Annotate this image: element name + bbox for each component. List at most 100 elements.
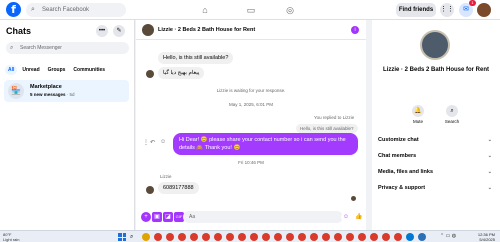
messenger-search-input[interactable]: ⌕ Search Messenger — [6, 42, 129, 54]
reply-icon[interactable]: ↶ — [150, 139, 155, 146]
mute-button[interactable]: 🔔 Mute — [406, 105, 430, 124]
search-label: Search — [444, 119, 460, 124]
file-explorer-icon[interactable] — [142, 233, 150, 241]
customize-chat-label: Customize chat — [378, 137, 419, 143]
taskbar-search-icon[interactable]: ⌕ — [130, 233, 138, 241]
chrome-icon[interactable] — [238, 233, 246, 241]
chrome-icon[interactable] — [334, 233, 342, 241]
chrome-icon[interactable] — [262, 233, 270, 241]
video-icon[interactable]: ▭ — [244, 3, 258, 17]
chrome-icon[interactable] — [394, 233, 402, 241]
sender-avatar — [146, 70, 154, 78]
more-icon[interactable]: ⋮ — [143, 139, 149, 146]
media-files-label: Media, files and links — [378, 169, 434, 175]
chrome-icon[interactable] — [370, 233, 378, 241]
message-bubble-outgoing[interactable]: Hi Dear! 😊 please share your contact num… — [173, 133, 358, 155]
emoji-icon[interactable]: ☺ — [341, 212, 351, 222]
chrome-icon[interactable] — [154, 233, 162, 241]
customize-chat-row[interactable]: Customize chat ⌄ — [378, 137, 494, 143]
filter-unread[interactable]: Unread — [19, 65, 42, 75]
filter-groups[interactable]: Groups — [45, 65, 69, 75]
message-bubble-incoming[interactable]: پیغام بھیج دیا گیا — [158, 67, 205, 79]
message-bubble-incoming[interactable]: Hello, is this still available? — [158, 52, 234, 64]
find-friends-button[interactable]: Find friends — [396, 3, 436, 17]
replied-to-label: You replied to Lizzie — [314, 115, 355, 120]
chat-header: Lizzie · 2 Beds 2 Bath House for Rent i — [136, 20, 366, 40]
edge-icon[interactable] — [406, 233, 414, 241]
chrome-icon[interactable] — [226, 233, 234, 241]
chevron-down-icon: ⌄ — [487, 153, 492, 159]
notification-badge: 1 — [469, 0, 476, 6]
filter-communities[interactable]: Communities — [70, 65, 108, 75]
message-input[interactable]: Aa — [183, 211, 343, 223]
weather-condition: Light rain — [3, 237, 20, 242]
waiting-notice: Lizzie is waiting for your response. — [216, 88, 286, 93]
search-icon: ⌕ — [10, 45, 14, 51]
seen-indicator — [351, 196, 356, 201]
search-icon: ⌕ — [31, 6, 35, 13]
chevron-down-icon: ⌄ — [487, 137, 492, 143]
chrome-icon[interactable] — [322, 233, 330, 241]
message-input-placeholder: Aa — [189, 214, 196, 220]
groups-icon[interactable]: ◎ — [283, 3, 297, 17]
chat-members-label: Chat members — [378, 153, 417, 159]
conversation-avatar[interactable] — [420, 30, 450, 60]
conversation-name: Marketplace — [30, 84, 62, 90]
messenger-search-placeholder: Search Messenger — [20, 45, 62, 51]
chevron-down-icon: ⌄ — [487, 169, 492, 175]
conversation-info-name: Lizzie · 2 Beds 2 Bath House for Rent — [382, 67, 490, 73]
more-options-icon[interactable]: ••• — [96, 25, 108, 37]
system-tray[interactable]: ⌃ ▭ ◍ — [440, 233, 456, 239]
conversation-time: · 5d — [66, 92, 75, 97]
filter-all[interactable]: All — [5, 65, 18, 75]
chrome-icon[interactable] — [214, 233, 222, 241]
chrome-icon[interactable] — [202, 233, 210, 241]
chat-members-row[interactable]: Chat members ⌄ — [378, 153, 494, 159]
app-icon[interactable] — [418, 233, 426, 241]
chat-title[interactable]: Lizzie · 2 Beds 2 Bath House for Rent — [158, 27, 255, 33]
chrome-icon[interactable] — [166, 233, 174, 241]
facebook-logo[interactable]: f — [6, 2, 21, 17]
chat-avatar[interactable] — [142, 24, 154, 36]
chrome-icon[interactable] — [274, 233, 282, 241]
like-icon[interactable]: 👍 — [354, 212, 364, 222]
weather-widget[interactable]: 80°F Light rain — [3, 232, 19, 242]
facebook-search-input[interactable]: ⌕ Search Facebook — [26, 3, 126, 17]
sticker-icon[interactable]: ◪ — [163, 212, 173, 222]
search-placeholder: Search Facebook — [42, 7, 90, 13]
windows-start-icon[interactable] — [118, 233, 126, 241]
new-message-icon[interactable]: ✎ — [113, 25, 125, 37]
photo-icon[interactable]: ▣ — [152, 212, 162, 222]
date-separator: Fri 10:46 PM — [238, 160, 264, 165]
chrome-icon[interactable] — [298, 233, 306, 241]
privacy-support-row[interactable]: Privacy & support ⌄ — [378, 185, 494, 191]
conversation-marketplace[interactable]: 🏪 Marketplace 5 new messages · 5d — [4, 80, 129, 102]
chrome-icon[interactable] — [310, 233, 318, 241]
plus-icon[interactable]: + — [141, 212, 151, 222]
quoted-message[interactable]: Hello, is this still available? — [296, 124, 358, 133]
profile-avatar[interactable] — [477, 3, 491, 17]
home-icon[interactable]: ⌂ — [198, 3, 212, 17]
chrome-icon[interactable] — [178, 233, 186, 241]
chrome-icon[interactable] — [190, 233, 198, 241]
chrome-icon[interactable] — [358, 233, 366, 241]
marketplace-icon: 🏪 — [8, 83, 24, 99]
react-icon[interactable]: ☺ — [160, 139, 166, 145]
media-files-links-row[interactable]: Media, files and links ⌄ — [378, 169, 494, 175]
windows-taskbar: 80°F Light rain ⌕ ⌃ ▭ ◍ 12:36 PM 5/4/202… — [0, 230, 500, 242]
chat-composer: + ▣ ◪ GIF Aa ☺ 👍 — [136, 206, 366, 230]
chrome-icon[interactable] — [382, 233, 390, 241]
sender-name: Lizzie — [160, 174, 172, 179]
mute-label: Mute — [412, 119, 423, 124]
chrome-icon[interactable] — [286, 233, 294, 241]
taskbar-clock[interactable]: 12:36 PM 5/4/2025 — [465, 232, 495, 242]
info-icon[interactable]: i — [351, 26, 359, 34]
message-bubble-incoming[interactable]: 6089177888 — [158, 182, 199, 194]
privacy-support-label: Privacy & support — [378, 185, 426, 191]
conversation-subtitle: 5 new messages · 5d — [30, 92, 75, 97]
menu-grid-icon[interactable]: ⋮⋮ — [440, 3, 454, 17]
search-icon: ⌕ — [446, 105, 458, 117]
chrome-icon[interactable] — [346, 233, 354, 241]
search-button[interactable]: ⌕ Search — [440, 105, 464, 124]
chrome-icon[interactable] — [250, 233, 258, 241]
